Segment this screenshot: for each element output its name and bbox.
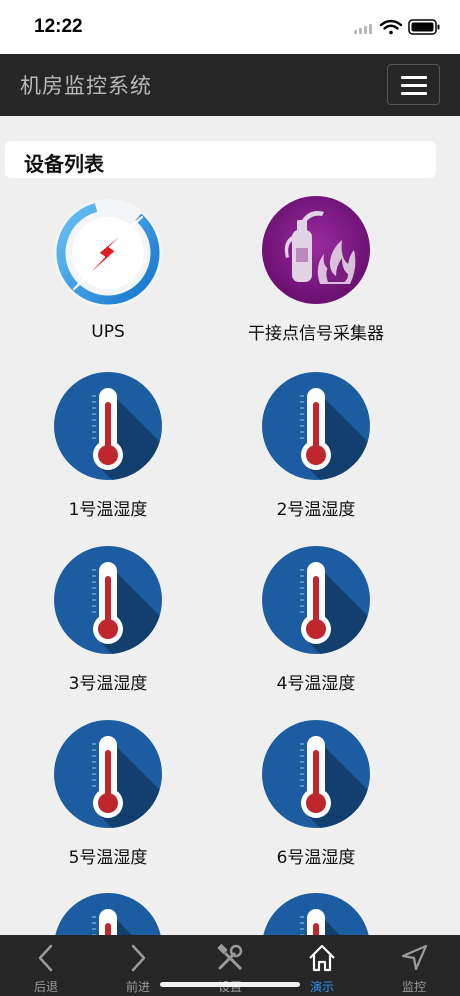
- device-temp-humidity-2[interactable]: 2号温湿度: [216, 372, 416, 522]
- hamburger-icon-line: [401, 84, 427, 87]
- device-label: UPS: [91, 322, 125, 342]
- device-list-title: 设备列表: [24, 152, 104, 176]
- signal-icon: [354, 24, 372, 34]
- thermometer-icon: [54, 546, 162, 654]
- device-temp-humidity-6[interactable]: 6号温湿度: [216, 720, 416, 870]
- thermometer-icon: [54, 720, 162, 828]
- device-label: 6号温湿度: [276, 848, 356, 868]
- thermometer-icon: [54, 372, 162, 480]
- chevron-right-icon: [131, 944, 146, 972]
- device-label: 2号温湿度: [276, 500, 356, 520]
- device-temp-humidity-1[interactable]: 1号温湿度: [8, 372, 208, 522]
- nav-bar: 机房监控系统: [0, 54, 460, 116]
- device-label: 3号温湿度: [68, 674, 148, 694]
- thermometer-icon: [262, 720, 370, 828]
- fire-extinguisher-icon: [262, 196, 370, 304]
- home-indicator: [160, 982, 300, 987]
- home-icon: [309, 944, 335, 972]
- device-temp-humidity-3[interactable]: 3号温湿度: [8, 546, 208, 696]
- wifi-icon: [379, 19, 403, 35]
- status-icons: [354, 18, 442, 38]
- battery-icon: [408, 19, 440, 35]
- device-label: 1号温湿度: [68, 500, 148, 520]
- navigation-arrow-icon: [401, 944, 428, 971]
- device-label: 4号温湿度: [276, 674, 356, 694]
- tab-monitor[interactable]: 监控: [368, 935, 460, 996]
- device-dry-contact-collector[interactable]: 干接点信号采集器: [216, 196, 416, 346]
- thermometer-icon: [262, 546, 370, 654]
- hamburger-icon-line: [401, 76, 427, 79]
- ups-lightning-icon: [54, 199, 162, 307]
- device-label: 5号温湿度: [68, 848, 148, 868]
- device-label: 干接点信号采集器: [248, 324, 384, 344]
- tab-back[interactable]: 后退: [0, 935, 92, 996]
- device-temp-humidity-5[interactable]: 5号温湿度: [8, 720, 208, 870]
- device-ups[interactable]: UPS: [8, 199, 208, 349]
- status-time: 12:22: [34, 16, 83, 37]
- tools-icon: [217, 944, 243, 970]
- thermometer-icon: [262, 372, 370, 480]
- hamburger-icon-line: [401, 92, 427, 95]
- menu-button[interactable]: [387, 64, 440, 105]
- app-title: 机房监控系统: [20, 74, 152, 98]
- chevron-left-icon: [38, 944, 53, 972]
- tab-label: 监控: [401, 980, 426, 994]
- device-list-header: 设备列表: [5, 141, 436, 178]
- status-bar: 12:22: [0, 0, 460, 54]
- tab-label: 后退: [33, 980, 58, 994]
- device-temp-humidity-4[interactable]: 4号温湿度: [216, 546, 416, 696]
